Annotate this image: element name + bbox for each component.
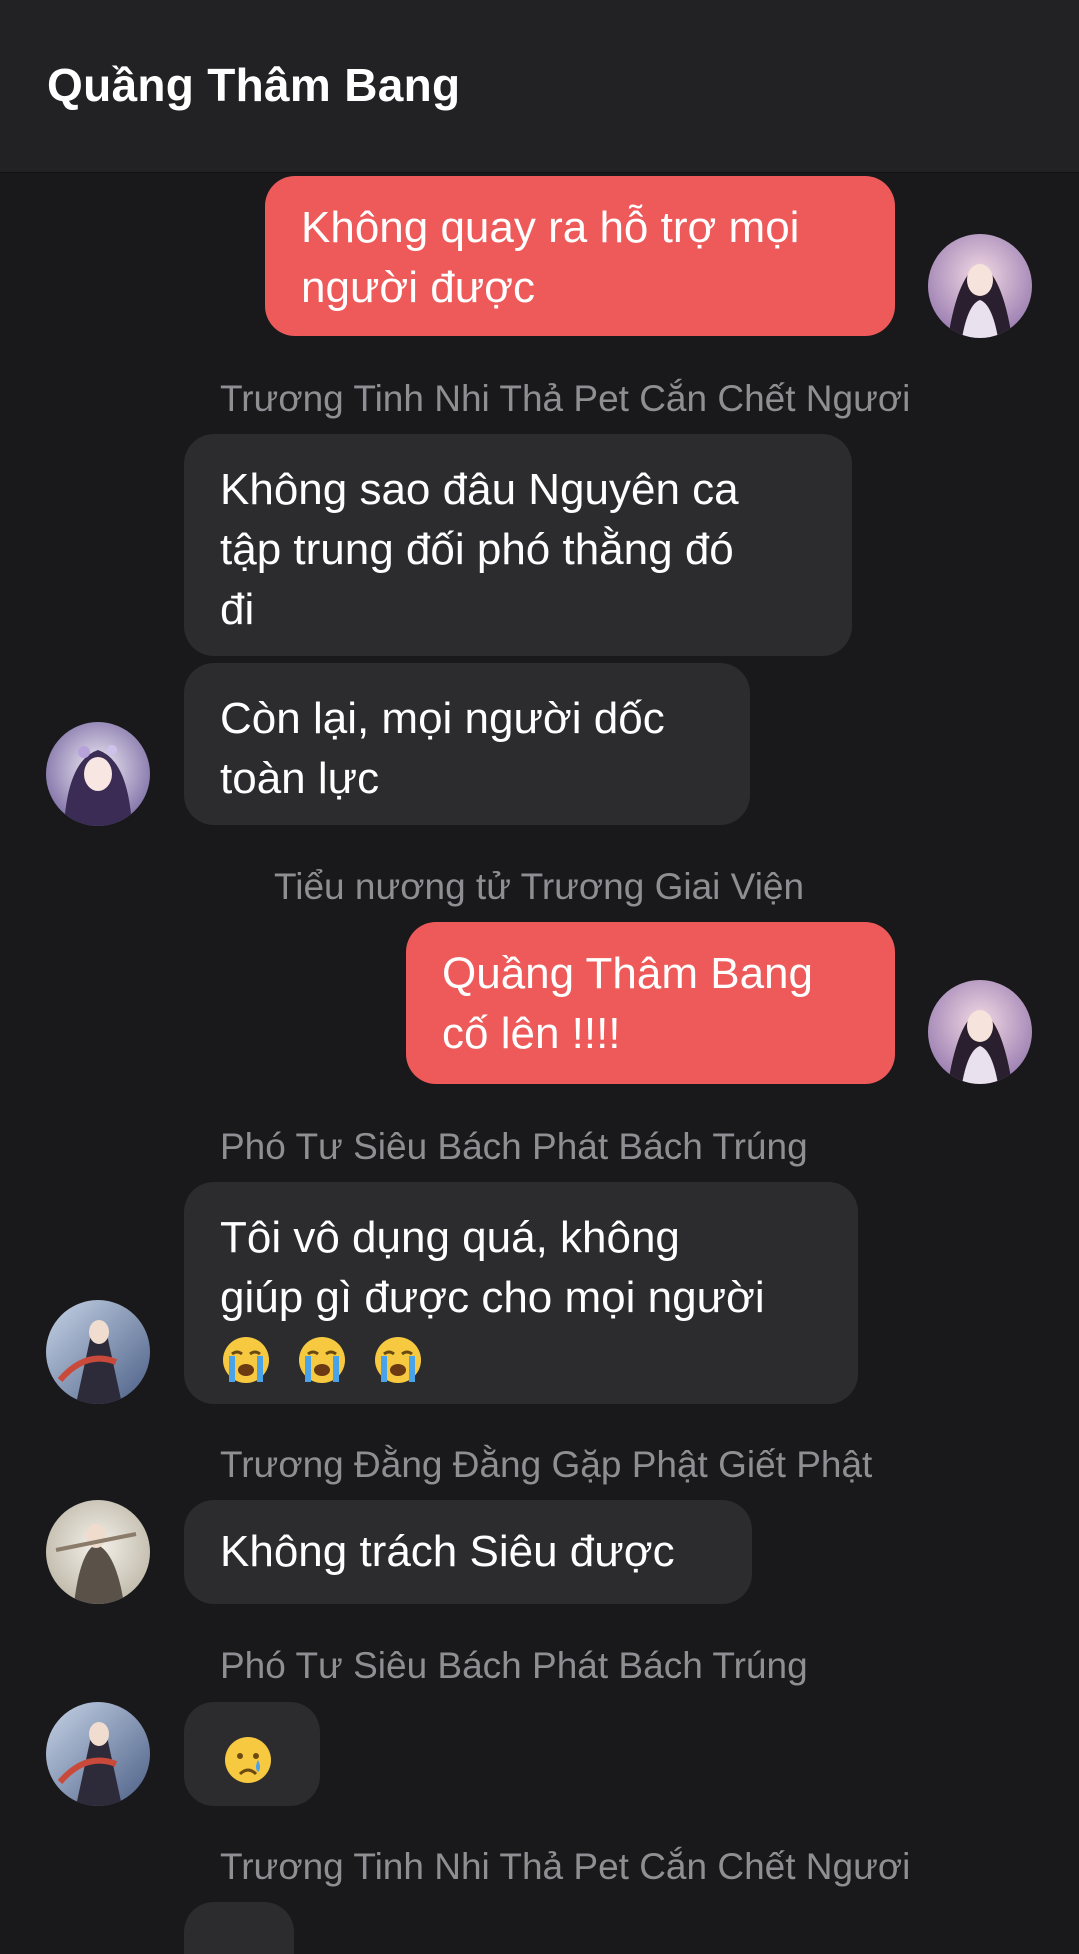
loudly-crying-face-icon	[220, 1334, 272, 1386]
message-text-line: Còn lại, mọi người dốc	[220, 694, 665, 743]
message-text-line: Tôi vô dụng quá, không	[220, 1213, 680, 1262]
sender-name: Tiểu nương tử Trương Giai Viện	[274, 866, 805, 907]
message-text-line: Quầng Thâm Bang	[442, 949, 813, 998]
incoming-message-bubble[interactable]: Không sao đâu Nguyên ca tập trung đối ph…	[184, 434, 852, 656]
avatar[interactable]	[928, 234, 1032, 338]
avatar[interactable]	[46, 1300, 150, 1404]
avatar[interactable]	[46, 1500, 150, 1604]
incoming-message-bubble[interactable]	[184, 1702, 320, 1806]
incoming-message-bubble[interactable]: Không trách Siêu được	[184, 1500, 752, 1604]
avatar[interactable]	[46, 1702, 150, 1806]
loudly-crying-face-icon	[372, 1334, 424, 1386]
avatar-image-icon	[928, 980, 1032, 1084]
outgoing-message-bubble[interactable]: Quầng Thâm Bang cố lên !!!!	[406, 922, 895, 1084]
message-text-line: cố lên !!!!	[442, 1009, 621, 1058]
message-text-line: người được	[301, 263, 536, 312]
avatar-image-icon	[928, 234, 1032, 338]
avatar-image-icon	[46, 1300, 150, 1404]
crying-face-icon	[222, 1734, 274, 1786]
sender-name: Phó Tư Siêu Bách Phát Bách Trúng	[220, 1126, 808, 1167]
sender-name: Trương Tinh Nhi Thả Pet Cắn Chết Ngươi	[220, 1846, 911, 1887]
incoming-message-bubble[interactable]	[184, 1902, 294, 1954]
chat-header: Quầng Thâm Bang	[0, 0, 1079, 173]
message-text-line: Không sao đâu Nguyên ca	[220, 465, 739, 514]
incoming-message-bubble[interactable]: Còn lại, mọi người dốc toàn lực	[184, 663, 750, 825]
avatar[interactable]	[928, 980, 1032, 1084]
avatar-image-icon	[46, 1702, 150, 1806]
chat-title[interactable]: Quầng Thâm Bang	[47, 58, 460, 112]
sender-name: Trương Đằng Đằng Gặp Phật Giết Phật	[220, 1444, 873, 1485]
avatar[interactable]	[46, 722, 150, 826]
avatar-image-icon	[46, 722, 150, 826]
message-text-line: giúp gì được cho mọi người	[220, 1273, 765, 1322]
loudly-crying-face-icon	[296, 1334, 348, 1386]
message-text-line: tập trung đối phó thằng đó	[220, 525, 734, 574]
message-text-line: Không trách Siêu được	[220, 1527, 675, 1576]
outgoing-message-bubble[interactable]: Không quay ra hỗ trợ mọi người được	[265, 176, 895, 336]
sender-name: Phó Tư Siêu Bách Phát Bách Trúng	[220, 1645, 808, 1686]
incoming-message-bubble[interactable]: Tôi vô dụng quá, không giúp gì được cho …	[184, 1182, 858, 1404]
sender-name: Trương Tinh Nhi Thả Pet Cắn Chết Ngươi	[220, 378, 911, 419]
emoji-row	[220, 1328, 822, 1388]
message-text-line: đi	[220, 585, 255, 634]
message-text-line: Không quay ra hỗ trợ mọi	[301, 203, 800, 252]
message-text-line: toàn lực	[220, 754, 380, 803]
avatar-image-icon	[46, 1500, 150, 1604]
